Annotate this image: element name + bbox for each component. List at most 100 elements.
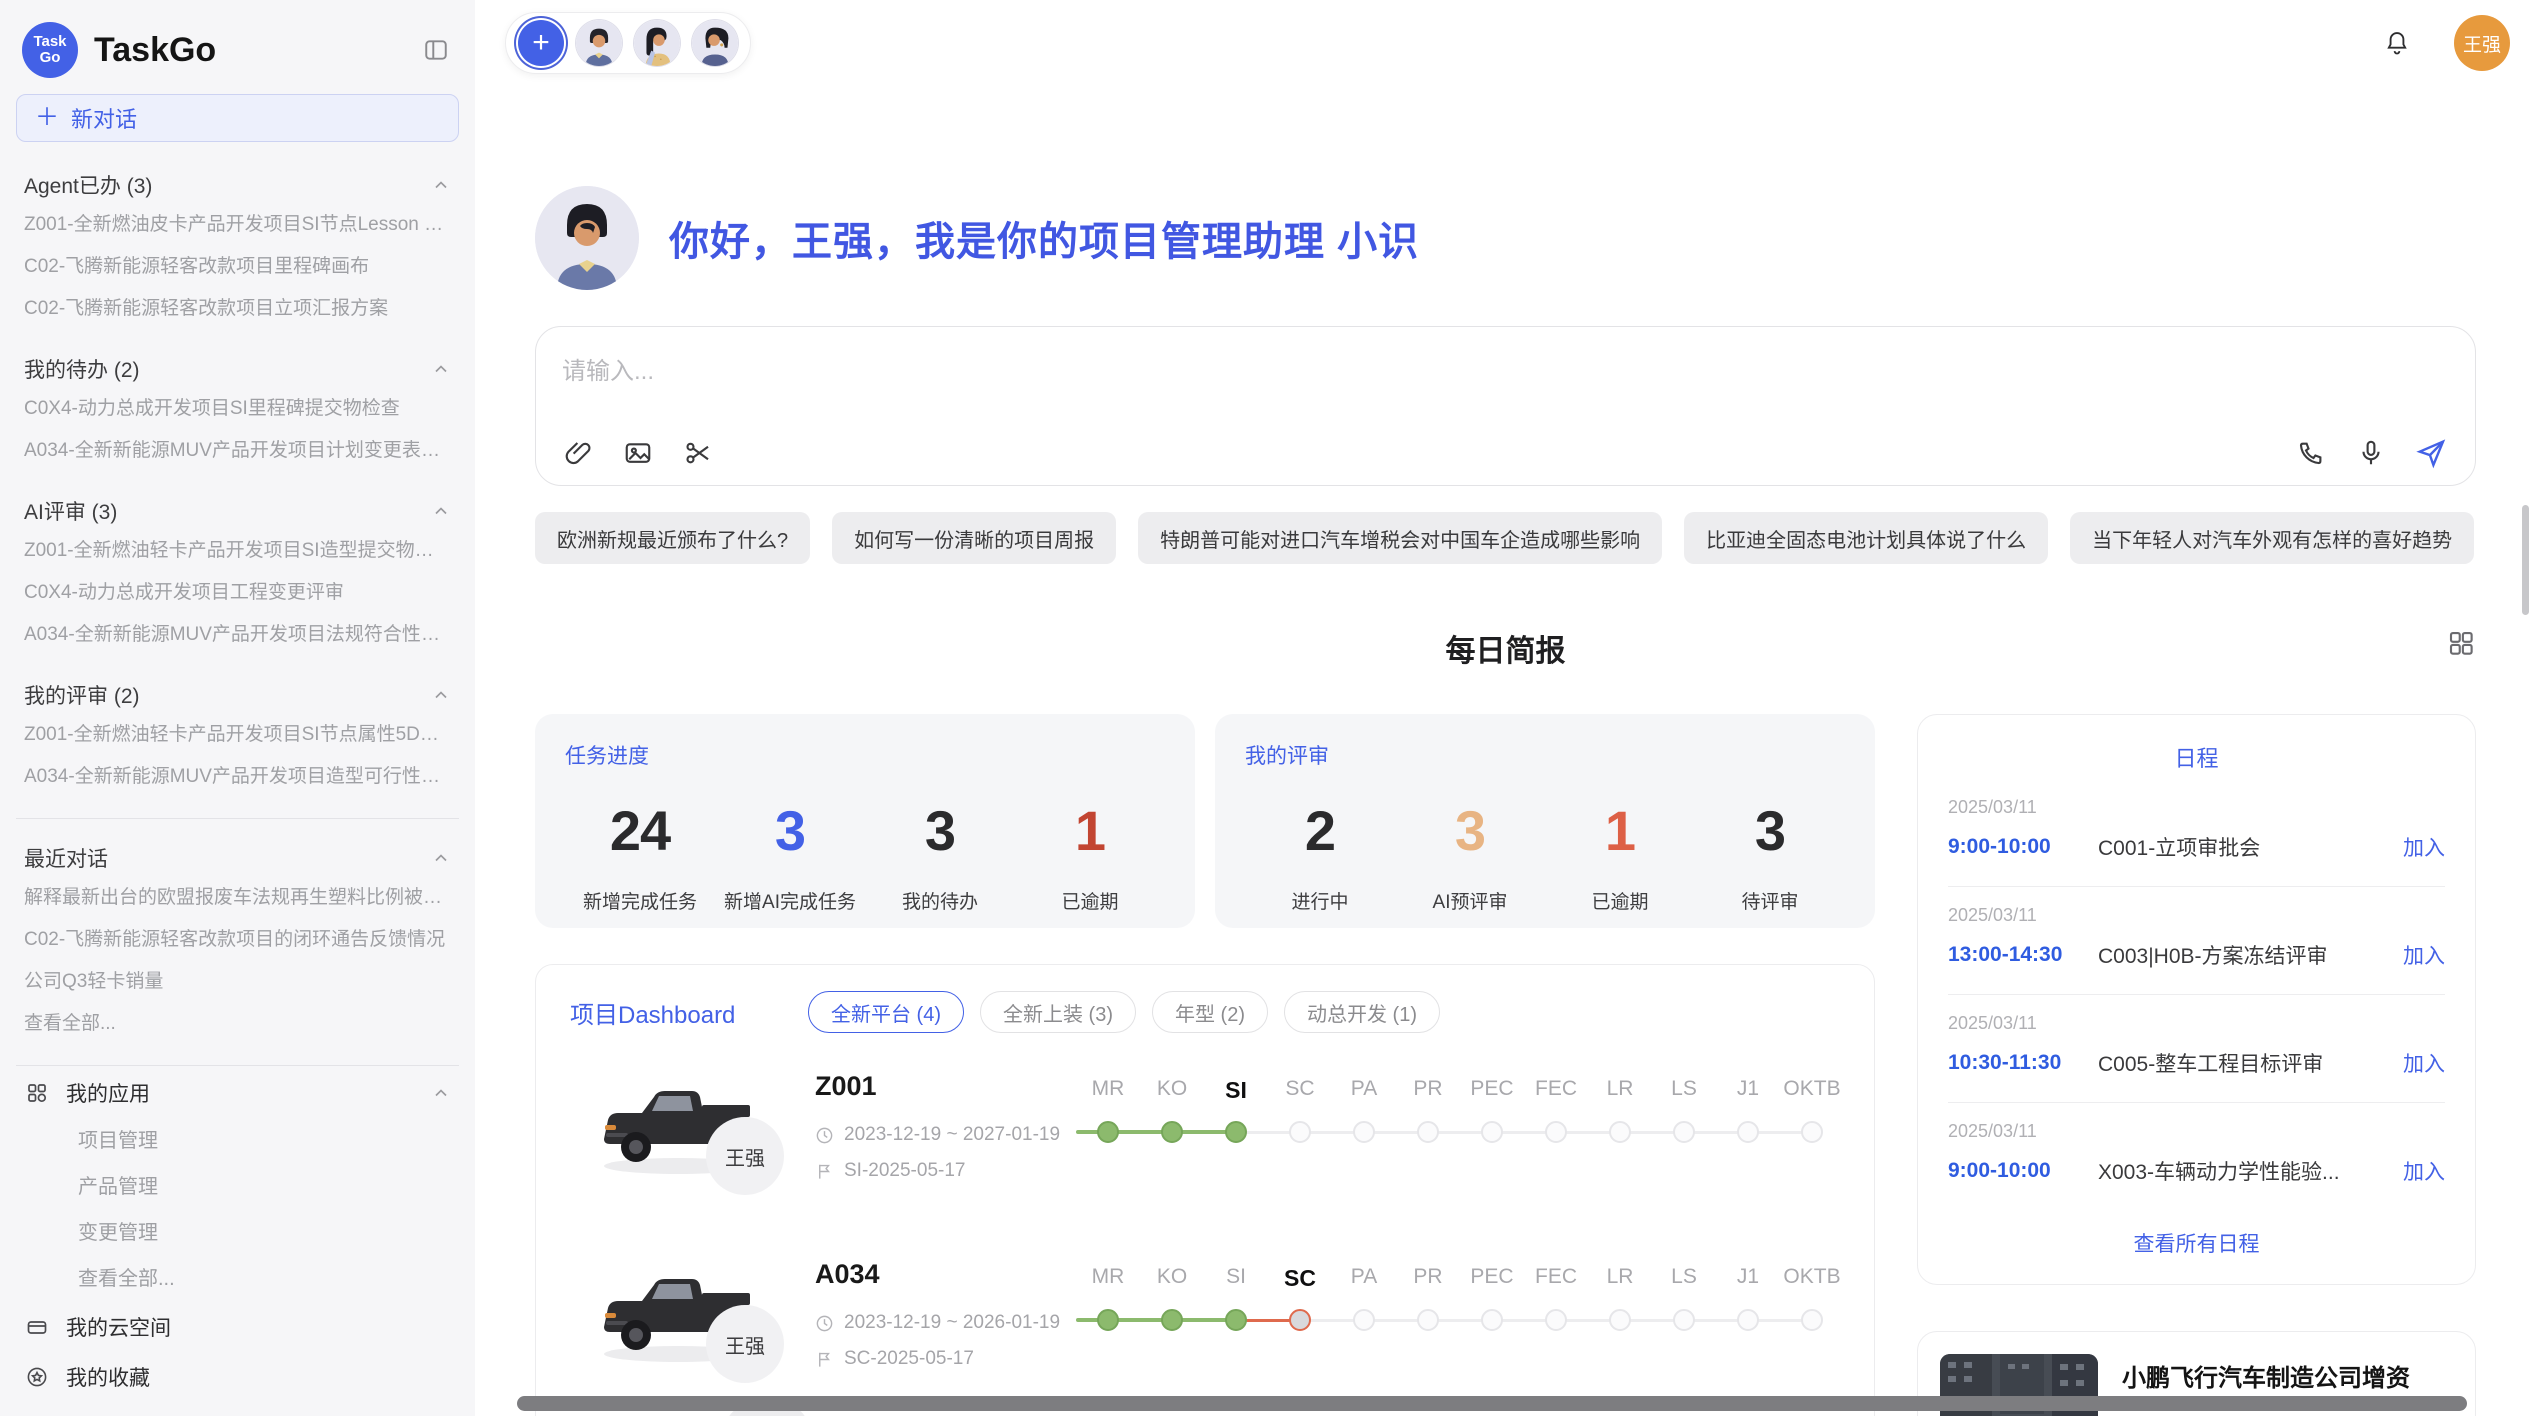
sidebar-item-my-apps[interactable]: 我的应用 — [24, 1068, 451, 1118]
scissors-icon[interactable] — [682, 437, 714, 469]
project-row[interactable]: 王强Z0012023-12-19 ~ 2027-01-19SI-2025-05-… — [570, 1063, 1840, 1191]
milestone-label: FEC — [1524, 1265, 1588, 1292]
member-avatar-3[interactable] — [692, 20, 738, 66]
stat-value: 1 — [1015, 798, 1165, 863]
chat-input[interactable]: 请输入... — [535, 326, 2476, 486]
suggestion-chip[interactable]: 比亚迪全固态电池计划具体说了什么 — [1684, 512, 2048, 564]
suggestion-chip[interactable]: 如何写一份清晰的项目周报 — [832, 512, 1116, 564]
schedule-join-link[interactable]: 加入 — [2403, 1156, 2445, 1186]
milestone-track: MRKOSISCPAPRPECFECLRLSJ1OKTB — [1076, 1251, 1844, 1379]
new-chat-button[interactable]: ＋ 新对话 — [16, 94, 459, 142]
sidebar-recent-item[interactable]: C02-飞腾新能源轻客改款项目的闭环通告反馈情况 — [24, 919, 451, 961]
milestone-label: LR — [1588, 1265, 1652, 1292]
sidebar-task-item[interactable]: Z001-全新燃油皮卡产品开发项目SI节点Lesson Learn报告 — [24, 204, 451, 246]
mic-icon[interactable] — [2355, 437, 2387, 469]
sidebar-collapse-icon[interactable] — [419, 33, 453, 67]
stat-value: 2 — [1245, 798, 1395, 863]
bell-icon[interactable] — [2380, 26, 2414, 60]
sidebar-task-item[interactable]: C0X4-动力总成开发项目SI里程碑提交物检查 — [24, 388, 451, 430]
section-label: 我的待办 (2) — [24, 354, 140, 384]
schedule-date: 2025/03/11 — [1948, 1121, 2445, 1142]
logo-line2: Go — [40, 50, 61, 66]
send-icon[interactable] — [2415, 437, 2447, 469]
chevron-up-icon — [431, 685, 451, 705]
sidebar-task-item[interactable]: C0X4-动力总成开发项目工程变更评审 — [24, 572, 451, 614]
sidebar-item-cloud[interactable]: 我的云空间 — [24, 1302, 451, 1352]
stat-value: 3 — [1395, 798, 1545, 863]
milestone-dot-overdue — [1289, 1309, 1311, 1331]
stat-card: 任务进度24新增完成任务3新增AI完成任务3我的待办1已逾期 — [535, 714, 1195, 928]
sidebar-recent-item[interactable]: 查看全部... — [24, 1003, 451, 1045]
schedule-join-link[interactable]: 加入 — [2403, 832, 2445, 862]
project-node-text: SC-2025-05-17 — [844, 1348, 974, 1370]
stat-label: 新增完成任务 — [565, 887, 715, 914]
sidebar-task-item[interactable]: C02-飞腾新能源轻客改款项目立项汇报方案 — [24, 288, 451, 330]
sidebar-task-item[interactable]: A034-全新新能源MUV产品开发项目造型可行性评审 — [24, 756, 451, 798]
sidebar-app-item[interactable]: 查看全部... — [24, 1256, 451, 1302]
input-actions-right — [2295, 437, 2447, 469]
schedule-entry: 2025/03/1113:00-14:30C003|H0B-方案冻结评审加入 — [1948, 887, 2445, 995]
milestone-labels: MRKOSISCPAPRPECFECLRLSJ1OKTB — [1076, 1265, 1844, 1292]
milestone-label: PR — [1396, 1265, 1460, 1292]
sidebar-task-item[interactable]: Z001-全新燃油轻卡产品开发项目SI造型提交物评审 — [24, 530, 451, 572]
sidebar-app-item[interactable]: 变更管理 — [24, 1210, 451, 1256]
stat-label: 已逾期 — [1545, 887, 1695, 914]
sidebar-section-header[interactable]: AI评审 (3) — [24, 496, 451, 526]
milestone-dot-pending — [1737, 1121, 1759, 1143]
phone-icon[interactable] — [2295, 437, 2327, 469]
view-all-schedule-link[interactable]: 查看所有日程 — [1948, 1210, 2445, 1264]
member-avatar-2[interactable] — [634, 20, 680, 66]
stat-value: 3 — [715, 798, 865, 863]
sidebar-app-item[interactable]: 项目管理 — [24, 1118, 451, 1164]
stat-metric: 3AI预评审 — [1395, 798, 1545, 914]
stat-metric: 3我的待办 — [865, 798, 1015, 914]
schedule-date: 2025/03/11 — [1948, 1013, 2445, 1034]
stat-metric: 24新增完成任务 — [565, 798, 715, 914]
sidebar-item-label: 我的收藏 — [66, 1362, 150, 1392]
suggestion-chip[interactable]: 当下年轻人对汽车外观有怎样的喜好趋势 — [2070, 512, 2474, 564]
milestone-label: FEC — [1524, 1077, 1588, 1104]
milestone-label: MR — [1076, 1265, 1140, 1292]
sidebar-recent-item[interactable]: 解释最新出台的欧盟报废车法规再生塑料比例被调至15%... — [24, 877, 451, 919]
sidebar-section-header[interactable]: 我的评审 (2) — [24, 680, 451, 710]
sidebar-recent-item[interactable]: 公司Q3轻卡销量 — [24, 961, 451, 1003]
schedule-join-link[interactable]: 加入 — [2403, 1048, 2445, 1078]
milestone-dot-pending — [1417, 1309, 1439, 1331]
schedule-join-link[interactable]: 加入 — [2403, 940, 2445, 970]
sidebar-task-item[interactable]: A034-全新新能源MUV产品开发项目法规符合性评审 — [24, 614, 451, 656]
sidebar-divider — [16, 1065, 459, 1066]
image-icon[interactable] — [622, 437, 654, 469]
milestone-dot-pending — [1673, 1121, 1695, 1143]
milestone-label: PA — [1332, 1265, 1396, 1292]
project-row[interactable]: 王强A0342023-12-19 ~ 2026-01-19SC-2025-05-… — [570, 1251, 1840, 1379]
suggestion-chip[interactable]: 欧洲新规最近颁布了什么? — [535, 512, 810, 564]
sidebar-recent-header[interactable]: 最近对话 — [24, 843, 451, 873]
milestone-label: SI — [1204, 1077, 1268, 1104]
add-member-button[interactable]: + — [518, 20, 564, 66]
paperclip-icon[interactable] — [562, 437, 594, 469]
sidebar-task-item[interactable]: Z001-全新燃油轻卡产品开发项目SI节点属性5D文件评审 — [24, 714, 451, 756]
suggestion-chip[interactable]: 特朗普可能对进口汽车增税会对中国车企造成哪些影响 — [1138, 512, 1662, 564]
sidebar-task-item[interactable]: C02-飞腾新能源轻客改款项目里程碑画布 — [24, 246, 451, 288]
sidebar-item-star[interactable]: 我的收藏 — [24, 1352, 451, 1402]
milestone-label: KO — [1140, 1265, 1204, 1292]
vertical-scrollbar[interactable] — [2522, 505, 2529, 615]
dashboard-filter[interactable]: 动总开发 (1) — [1284, 991, 1440, 1033]
stat-metrics: 2进行中3AI预评审1已逾期3待评审 — [1245, 798, 1845, 914]
dashboard-filter[interactable]: 年型 (2) — [1152, 991, 1268, 1033]
milestone-dots — [1076, 1118, 1844, 1148]
grid-layout-icon[interactable] — [2446, 628, 2476, 658]
app-title: TaskGo — [94, 31, 419, 70]
sidebar-section-header[interactable]: 我的待办 (2) — [24, 354, 451, 384]
star-icon — [24, 1364, 50, 1390]
member-avatar-1[interactable] — [576, 20, 622, 66]
user-avatar[interactable]: 王强 — [2454, 15, 2510, 71]
sidebar-app-item[interactable]: 产品管理 — [24, 1164, 451, 1210]
milestone-label: SC — [1268, 1077, 1332, 1104]
milestone-dot-pending — [1801, 1309, 1823, 1331]
dashboard-filter[interactable]: 全新上装 (3) — [980, 991, 1136, 1033]
sidebar-task-item[interactable]: A034-全新新能源MUV产品开发项目计划变更表编写 — [24, 430, 451, 472]
sidebar-section-header[interactable]: Agent已办 (3) — [24, 170, 451, 200]
dashboard-filter[interactable]: 全新平台 (4) — [808, 991, 964, 1033]
horizontal-scrollbar[interactable] — [517, 1396, 2467, 1411]
